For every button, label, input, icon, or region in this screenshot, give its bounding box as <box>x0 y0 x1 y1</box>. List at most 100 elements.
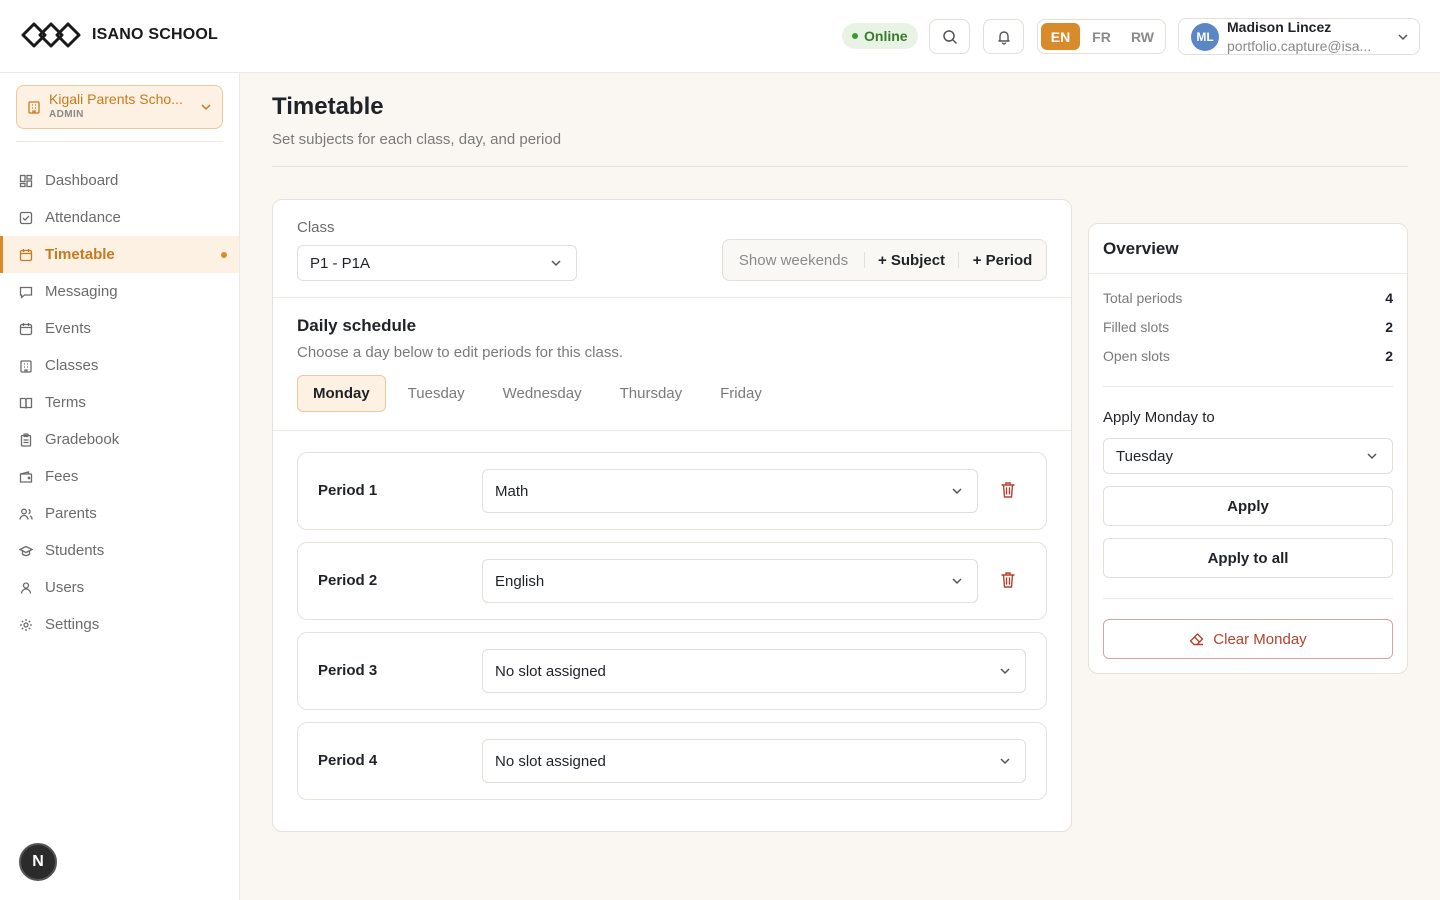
stat-label: Open slots <box>1103 348 1170 364</box>
user-icon <box>20 581 32 594</box>
period-subject-select[interactable]: Math <box>482 469 978 513</box>
add-period-button[interactable]: + Period <box>959 240 1046 280</box>
period-subject-select[interactable]: English <box>482 559 978 603</box>
active-indicator-dot <box>221 252 227 258</box>
lang-rw[interactable]: RW <box>1123 23 1162 50</box>
overview-panel: Overview Total periods 4 Filled slots 2 … <box>1088 223 1408 674</box>
tab-monday[interactable]: Monday <box>297 375 386 412</box>
language-switcher: EN FR RW <box>1037 19 1166 54</box>
period-subject-value: No slot assigned <box>495 752 606 770</box>
gear-icon <box>20 618 32 631</box>
apply-button[interactable]: Apply <box>1103 486 1393 526</box>
tab-thursday[interactable]: Thursday <box>604 375 699 412</box>
lang-en[interactable]: EN <box>1041 23 1080 50</box>
daily-schedule-subtitle: Choose a day below to edit periods for t… <box>297 344 624 361</box>
overview-divider <box>1103 598 1393 599</box>
chevron-down-icon <box>1000 758 1010 765</box>
overview-divider <box>1103 386 1393 387</box>
sidebar-item-label: Fees <box>45 468 79 485</box>
period-row: Period 4 No slot assigned <box>297 722 1047 800</box>
tab-tuesday[interactable]: Tuesday <box>392 375 481 412</box>
period-subject-value: Math <box>495 482 529 500</box>
apply-target-select[interactable]: Tuesday <box>1103 438 1393 474</box>
stat-filled-slots: Filled slots 2 <box>1103 319 1393 335</box>
period-subject-select[interactable]: No slot assigned <box>482 739 1026 783</box>
period-label: Period 3 <box>318 662 378 679</box>
school-switcher[interactable]: Kigali Parents Scho... ADMIN <box>16 85 223 129</box>
sidebar-item-label: Timetable <box>45 246 115 263</box>
logo-icon <box>21 22 81 48</box>
trash-icon[interactable] <box>1000 481 1016 499</box>
sidebar-item-label: Classes <box>45 357 99 374</box>
sidebar-item-label: Terms <box>45 394 86 411</box>
period-row: Period 1 Math <box>297 452 1047 530</box>
brand-name: ISANO SCHOOL <box>92 26 218 43</box>
sidebar-item-users[interactable]: Users <box>0 569 239 606</box>
sidebar-item-attendance[interactable]: Attendance <box>0 199 239 236</box>
calendar-icon <box>19 248 33 261</box>
lang-fr[interactable]: FR <box>1082 23 1121 50</box>
sidebar-item-settings[interactable]: Settings <box>0 606 239 643</box>
period-subject-select[interactable]: No slot assigned <box>482 649 1026 693</box>
sidebar-item-parents[interactable]: Parents <box>0 495 239 532</box>
period-label: Period 4 <box>318 752 378 769</box>
main-content: Timetable Set subjects for each class, d… <box>240 73 1440 900</box>
period-subject-value: No slot assigned <box>495 662 606 680</box>
sidebar-item-dashboard[interactable]: Dashboard <box>0 162 239 199</box>
bell-icon <box>997 30 1010 45</box>
sidebar-item-label: Events <box>45 320 91 337</box>
sidebar-item-timetable[interactable]: Timetable <box>0 236 239 273</box>
stat-label: Total periods <box>1103 290 1183 306</box>
school-info: Kigali Parents Scho... ADMIN <box>49 92 192 122</box>
sidebar-item-terms[interactable]: Terms <box>0 384 239 421</box>
school-role: ADMIN <box>49 109 84 120</box>
stat-open-slots: Open slots 2 <box>1103 348 1393 364</box>
user-info: Madison Lincez portfolio.capture@isa... <box>1227 18 1389 56</box>
checkbox-icon <box>19 211 33 224</box>
card-divider <box>273 297 1071 298</box>
tab-wednesday[interactable]: Wednesday <box>487 375 598 412</box>
sidebar-nav: Dashboard Attendance Timetable Messaging… <box>0 162 239 643</box>
school-name: Kigali Parents Scho... <box>49 92 183 107</box>
tab-friday[interactable]: Friday <box>704 375 778 412</box>
sidebar-item-label: Settings <box>45 616 100 633</box>
notifications-button[interactable] <box>983 19 1024 54</box>
dashboard-icon <box>19 174 33 187</box>
stat-total-periods: Total periods 4 <box>1103 290 1393 306</box>
book-icon <box>19 397 33 409</box>
sidebar: Kigali Parents Scho... ADMIN Dashboard A… <box>0 73 240 900</box>
stat-value: 2 <box>1385 348 1393 364</box>
status-text: Online <box>864 28 908 44</box>
apply-target-value: Tuesday <box>1116 447 1173 465</box>
chevron-down-icon <box>1000 668 1010 675</box>
trash-icon[interactable] <box>1000 571 1016 589</box>
class-label: Class <box>297 219 335 236</box>
user-menu[interactable]: ML Madison Lincez portfolio.capture@isa.… <box>1178 18 1420 55</box>
sidebar-item-events[interactable]: Events <box>0 310 239 347</box>
search-button[interactable] <box>929 19 970 54</box>
floating-action-button[interactable]: N <box>19 843 57 881</box>
clear-day-label: Clear Monday <box>1213 630 1307 648</box>
class-select[interactable]: P1 - P1A <box>297 245 577 281</box>
overview-divider <box>1089 273 1407 274</box>
stat-value: 2 <box>1385 319 1393 335</box>
clear-day-button[interactable]: Clear Monday <box>1103 619 1393 659</box>
sidebar-item-classes[interactable]: Classes <box>0 347 239 384</box>
chevron-down-icon <box>952 488 962 495</box>
sidebar-item-gradebook[interactable]: Gradebook <box>0 421 239 458</box>
avatar: ML <box>1191 22 1219 51</box>
apply-to-all-button[interactable]: Apply to all <box>1103 538 1393 578</box>
period-row: Period 3 No slot assigned <box>297 632 1047 710</box>
add-subject-button[interactable]: + Subject <box>865 240 958 280</box>
sidebar-item-label: Users <box>45 579 85 596</box>
sidebar-item-label: Parents <box>45 505 97 522</box>
sidebar-item-messaging[interactable]: Messaging <box>0 273 239 310</box>
sidebar-item-label: Messaging <box>45 283 118 300</box>
brand-logo[interactable]: ISANO SCHOOL <box>20 20 218 50</box>
chevron-down-icon <box>1398 33 1408 40</box>
show-weekends-toggle[interactable]: Show weekends <box>723 240 864 280</box>
user-email: portfolio.capture@isa... <box>1227 37 1372 54</box>
page-title: Timetable <box>272 93 384 120</box>
sidebar-item-students[interactable]: Students <box>0 532 239 569</box>
sidebar-item-fees[interactable]: Fees <box>0 458 239 495</box>
